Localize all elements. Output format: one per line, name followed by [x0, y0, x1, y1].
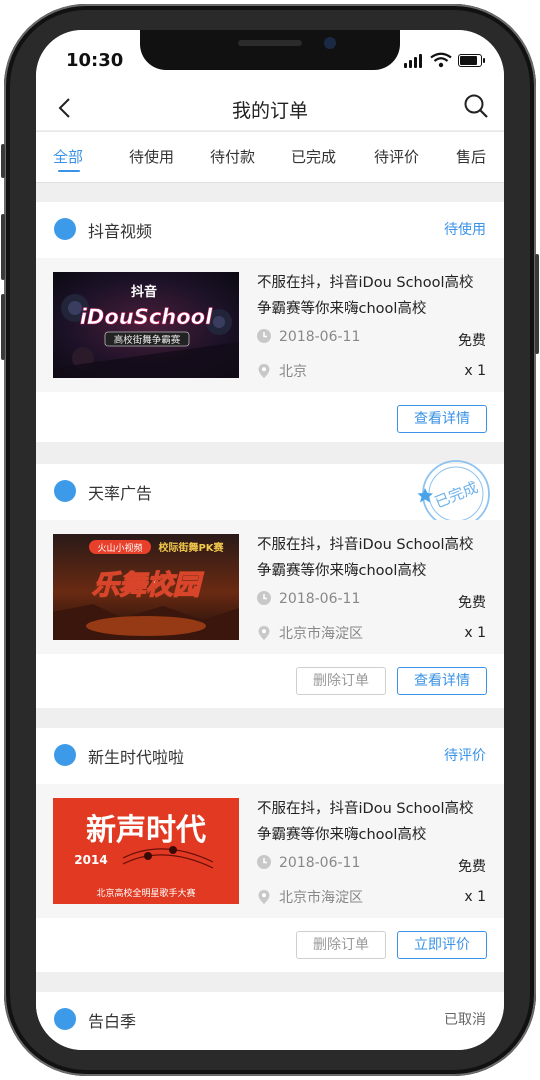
location-pin-icon: [258, 890, 270, 904]
order-card: 新生时代啦啦 待评价 新声时代 2014 北京高校全明星歌手大赛 不服在抖，抖音…: [36, 728, 504, 972]
clock-icon: [257, 855, 271, 869]
shop-name[interactable]: 新生时代啦啦: [88, 744, 184, 768]
app-screen: 10:30 我的订单 全部 待使用 待付款 已完成 待评价 售后 抖音视频 待使…: [36, 30, 504, 1050]
tab-completed[interactable]: 已完成: [291, 146, 336, 167]
quantity: x 1: [464, 889, 486, 905]
event-date-row: 2018-06-11: [257, 855, 360, 871]
thumb-text: 火山小视频: [97, 542, 142, 554]
order-card: 天率广告 已完成 火山小视频 校际街舞PK赛 乐舞校园 不服在抖，抖音iDou …: [36, 460, 504, 708]
order-status: 待使用: [444, 222, 486, 238]
volume-up-button: [1, 214, 5, 280]
order-card: 抖音视频 待使用 抖音 iDouSchool 高校街舞争霸赛 不服在抖，抖音iD…: [36, 202, 504, 442]
speaker: [238, 40, 302, 46]
battery-icon: [458, 54, 482, 67]
shop-avatar: [54, 218, 76, 240]
battery-tip: [483, 58, 485, 63]
quantity: x 1: [464, 363, 486, 379]
order-actions: 查看详情: [36, 392, 504, 442]
tab-to-use[interactable]: 待使用: [129, 146, 174, 167]
delete-order-button[interactable]: 删除订单: [296, 931, 386, 959]
price: 免费: [458, 333, 486, 349]
event-thumbnail: 抖音 iDouSchool 高校街舞争霸赛: [53, 272, 239, 378]
location-pin-icon: [258, 364, 270, 378]
event-title: 不服在抖，抖音iDou School高校争霸赛等你来嗨chool高校: [257, 801, 474, 843]
price: 免费: [458, 595, 486, 611]
order-header: 告白季 已取消: [36, 992, 504, 1048]
order-card: 告白季 已取消: [36, 992, 504, 1050]
thumb-text: 乐舞校园: [92, 570, 204, 601]
event-date: 2018-06-11: [279, 855, 361, 871]
tab-to-pay[interactable]: 待付款: [210, 146, 255, 167]
front-camera: [324, 37, 336, 49]
event-date: 2018-06-11: [279, 591, 361, 607]
location-pin-icon: [258, 626, 270, 640]
thumb-text: 校际街舞PK赛: [158, 541, 224, 554]
event-title: 不服在抖，抖音iDou School高校争霸赛等你来嗨chool高校: [257, 275, 474, 317]
thumb-text: 高校街舞争霸赛: [114, 334, 181, 346]
shop-name[interactable]: 天率广告: [88, 480, 152, 504]
thumb-text: 新声时代: [86, 813, 206, 848]
order-item[interactable]: 抖音 iDouSchool 高校街舞争霸赛 不服在抖，抖音iDou School…: [36, 258, 504, 392]
signal-icon: [404, 54, 424, 68]
event-location: 北京市海淀区: [279, 890, 363, 906]
power-button: [535, 254, 539, 354]
thumb-text: 抖音: [131, 284, 157, 300]
shop-avatar: [54, 1008, 76, 1030]
order-status: 已取消: [444, 1012, 486, 1028]
order-header: 天率广告 已完成: [36, 460, 504, 528]
event-location-row: 北京市海淀区: [257, 623, 363, 643]
thumb-text: 北京高校全明星歌手大赛: [96, 887, 195, 899]
order-list: 抖音视频 待使用 抖音 iDouSchool 高校街舞争霸赛 不服在抖，抖音iD…: [36, 182, 504, 1050]
event-date-row: 2018-06-11: [257, 329, 360, 345]
event-thumbnail: 火山小视频 校际街舞PK赛 乐舞校园: [53, 534, 239, 640]
nav-bar: 我的订单: [36, 86, 504, 130]
order-actions: 删除订单 立即评价: [36, 918, 504, 968]
event-location: 北京市海淀区: [279, 626, 363, 642]
clock-icon: [257, 591, 271, 605]
notch: [140, 30, 400, 70]
order-tabs: 全部 待使用 待付款 已完成 待评价 售后: [36, 131, 504, 183]
volume-down-button: [1, 294, 5, 360]
status-time: 10:30: [66, 50, 124, 71]
thumb-text: iDouSchool: [80, 305, 213, 329]
view-details-button[interactable]: 查看详情: [397, 405, 487, 433]
order-actions: 删除订单 查看详情: [36, 654, 504, 704]
price: 免费: [458, 859, 486, 875]
shop-avatar: [54, 744, 76, 766]
event-date-row: 2018-06-11: [257, 591, 360, 607]
thumb-text: 2014: [74, 853, 107, 867]
clock-icon: [257, 329, 271, 343]
event-title: 不服在抖，抖音iDou School高校争霸赛等你来嗨chool高校: [257, 537, 474, 579]
tab-after-sales[interactable]: 售后: [456, 146, 486, 167]
active-tab-indicator: [58, 170, 80, 172]
tab-to-review[interactable]: 待评价: [374, 146, 419, 167]
page-title: 我的订单: [231, 100, 308, 122]
wifi-icon: [430, 52, 452, 68]
mute-switch: [1, 144, 5, 178]
event-location-row: 北京: [257, 361, 307, 381]
quantity: x 1: [464, 625, 486, 641]
shop-name[interactable]: 告白季: [88, 1008, 136, 1032]
event-location-row: 北京市海淀区: [257, 887, 363, 907]
search-icon[interactable]: [462, 92, 490, 120]
order-item[interactable]: 新声时代 2014 北京高校全明星歌手大赛 不服在抖，抖音iDou School…: [36, 784, 504, 918]
tab-all[interactable]: 全部: [53, 146, 83, 167]
order-header: 抖音视频 待使用: [36, 202, 504, 258]
event-thumbnail: 新声时代 2014 北京高校全明星歌手大赛: [53, 798, 239, 904]
order-item[interactable]: 火山小视频 校际街舞PK赛 乐舞校园 不服在抖，抖音iDou School高校争…: [36, 520, 504, 654]
event-location: 北京: [279, 364, 307, 380]
shop-avatar: [54, 480, 76, 502]
view-details-button[interactable]: 查看详情: [397, 667, 487, 695]
event-date: 2018-06-11: [279, 329, 361, 345]
order-status: 待评价: [444, 748, 486, 764]
stamp-text: 已完成: [432, 478, 480, 512]
shop-name[interactable]: 抖音视频: [88, 218, 152, 242]
delete-order-button[interactable]: 删除订单: [296, 667, 386, 695]
write-review-button[interactable]: 立即评价: [397, 931, 487, 959]
order-header: 新生时代啦啦 待评价: [36, 728, 504, 784]
